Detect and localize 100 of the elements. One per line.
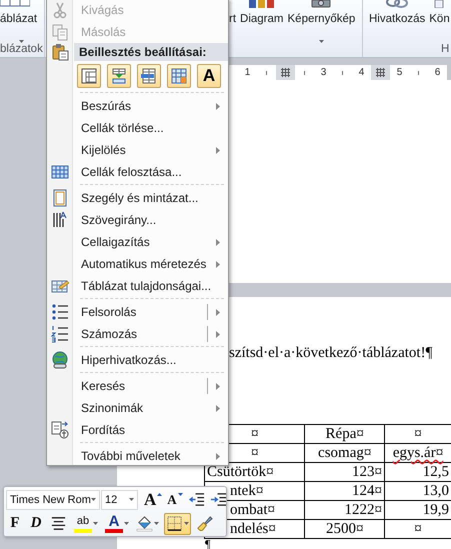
menu-item[interactable]: Beszúrás: [47, 91, 228, 117]
toolbar-button[interactable]: A: [142, 488, 164, 510]
copy-icon: [51, 23, 69, 41]
menu-item-label: Cellaigazítás: [81, 235, 150, 249]
table-cell: 123¤: [352, 464, 382, 480]
ruler-tick-icon: [342, 70, 343, 74]
menu-item[interactable]: Táblázat tulajdonságai...: [47, 275, 228, 297]
submenu-arrow-icon: [216, 102, 220, 110]
paste-option-button[interactable]: [77, 64, 101, 88]
font-name-field[interactable]: Times New Rom: [6, 490, 100, 510]
menu-item[interactable]: Keresés: [47, 371, 228, 397]
down-caret-icon: [178, 492, 183, 496]
numbered-list-icon: [51, 325, 69, 343]
insert-rows-icon: [141, 68, 157, 84]
toolbar-button[interactable]: F: [6, 512, 24, 534]
ruler-tick-icon: [418, 70, 419, 74]
menu-item[interactable]: Cellaigazítás: [47, 231, 228, 253]
bulleted-list-icon: [51, 303, 69, 321]
dropdown-caret-icon: [124, 522, 129, 525]
table-cell: 2500¤: [326, 521, 364, 537]
table-grid-icon: [51, 163, 69, 181]
group-label: H: [440, 43, 450, 55]
menu-item-label: Kivágás: [81, 3, 124, 17]
paint-bucket-icon: [136, 515, 153, 532]
toolbar-button[interactable]: A: [103, 512, 131, 534]
caret-icon: [91, 498, 96, 501]
menu-item-label: Hiperhivatkozás...: [81, 353, 176, 367]
clipboard-icon: [51, 43, 69, 61]
toolbar-button[interactable]: [164, 512, 191, 534]
overwrite-cells-icon: [171, 68, 187, 84]
borders-icon: [166, 515, 183, 532]
shrink-font-icon: A: [167, 493, 177, 506]
menu-item[interactable]: Szövegirány...: [47, 209, 228, 231]
ribbon-button-label[interactable]: rt: [229, 13, 236, 25]
caret-icon: [318, 40, 324, 43]
submenu-arrow-icon: [216, 308, 220, 316]
document-paragraph: szítsd·el·a·következő·táblázatot!¶: [229, 345, 434, 362]
menu-section-header: Beillesztés beállításai:: [79, 45, 206, 59]
center-align-icon: [50, 515, 67, 532]
column-marker-icon[interactable]: [281, 68, 290, 77]
table-cell: Csütörtök¤: [207, 464, 274, 480]
ribbon-button-label[interactable]: áblázat: [0, 13, 38, 25]
menu-item-label: További műveletek: [81, 449, 180, 463]
bold-icon: F: [10, 516, 20, 531]
menu-item[interactable]: Számozás: [47, 323, 228, 345]
menu-item-label: Számozás: [81, 327, 138, 341]
table-cell: 1222¤: [344, 502, 382, 518]
submenu-arrow-icon: [216, 330, 220, 338]
paste-option-button[interactable]: [107, 64, 131, 88]
submenu-arrow-icon: [216, 452, 220, 460]
submenu-arrow-icon: [216, 260, 220, 268]
nested-table-icon: [111, 68, 127, 84]
table-cell: ndelés¤: [230, 521, 276, 537]
ribbon-button-label[interactable]: Képernyőkép: [288, 13, 356, 25]
menu-item-label: Beszúrás: [81, 99, 132, 113]
increase-indent-icon: [210, 491, 227, 508]
menu-item-label: Cellák felosztása...: [81, 165, 182, 179]
font-color-icon: A: [105, 514, 123, 532]
toolbar-button[interactable]: A: [165, 488, 185, 510]
text-direction-icon: [51, 211, 69, 229]
grow-font-icon: A: [144, 491, 156, 508]
submenu-arrow-icon: [216, 382, 220, 390]
translate-icon: [51, 421, 69, 439]
dropdown-caret-icon: [184, 522, 189, 525]
caret-icon: [19, 40, 24, 43]
table-icon: [81, 68, 97, 84]
font-size-field[interactable]: 12: [101, 490, 138, 510]
menu-item[interactable]: Szegély és mintázat...: [47, 183, 228, 209]
menu-item[interactable]: További műveletek: [47, 441, 228, 465]
paste-option-button[interactable]: [167, 64, 191, 88]
menu-item[interactable]: Hiperhivatkozás...: [47, 345, 228, 371]
table-cell: 124¤: [352, 483, 382, 499]
menu-item[interactable]: Automatikus méretezés: [47, 253, 228, 275]
group-label: blázatok: [0, 43, 44, 55]
caret-icon: [129, 498, 134, 501]
menu-item-label: Táblázat tulajdonságai...: [81, 279, 212, 293]
table-cell: ntek¤: [230, 483, 264, 499]
menu-item[interactable]: Cellák törlése...: [47, 117, 228, 139]
toolbar-button[interactable]: D: [27, 512, 45, 534]
table-cell: ombat¤: [230, 502, 275, 518]
up-caret-icon: [157, 492, 162, 496]
ribbon-button-label[interactable]: Kön: [429, 13, 450, 25]
ruler-number: 6: [434, 67, 440, 78]
globe-link-icon: [51, 351, 69, 369]
column-marker-icon[interactable]: [376, 68, 385, 77]
menu-item-label: Szövegirány...: [81, 213, 156, 227]
menu-item[interactable]: Szinonimák: [47, 397, 228, 419]
dropdown-caret-icon: [93, 522, 98, 525]
ribbon-button-label[interactable]: Hivatkozás: [369, 13, 426, 25]
toolbar-button[interactable]: ab: [72, 512, 100, 534]
paste-option-button[interactable]: [137, 64, 161, 88]
table-cell: 12,5: [422, 464, 449, 480]
ribbon-button-label[interactable]: Diagram: [240, 13, 284, 25]
menu-item[interactable]: Cellák felosztása...: [47, 161, 228, 183]
menu-item-label: Szinonimák: [81, 401, 144, 415]
paste-option-button[interactable]: A: [197, 64, 221, 88]
menu-item[interactable]: Kijelölés: [47, 139, 228, 161]
menu-item[interactable]: Fordítás: [47, 419, 228, 441]
menu-item[interactable]: Felsorolás: [47, 297, 228, 323]
menu-item-label: Szegély és mintázat...: [81, 191, 198, 205]
